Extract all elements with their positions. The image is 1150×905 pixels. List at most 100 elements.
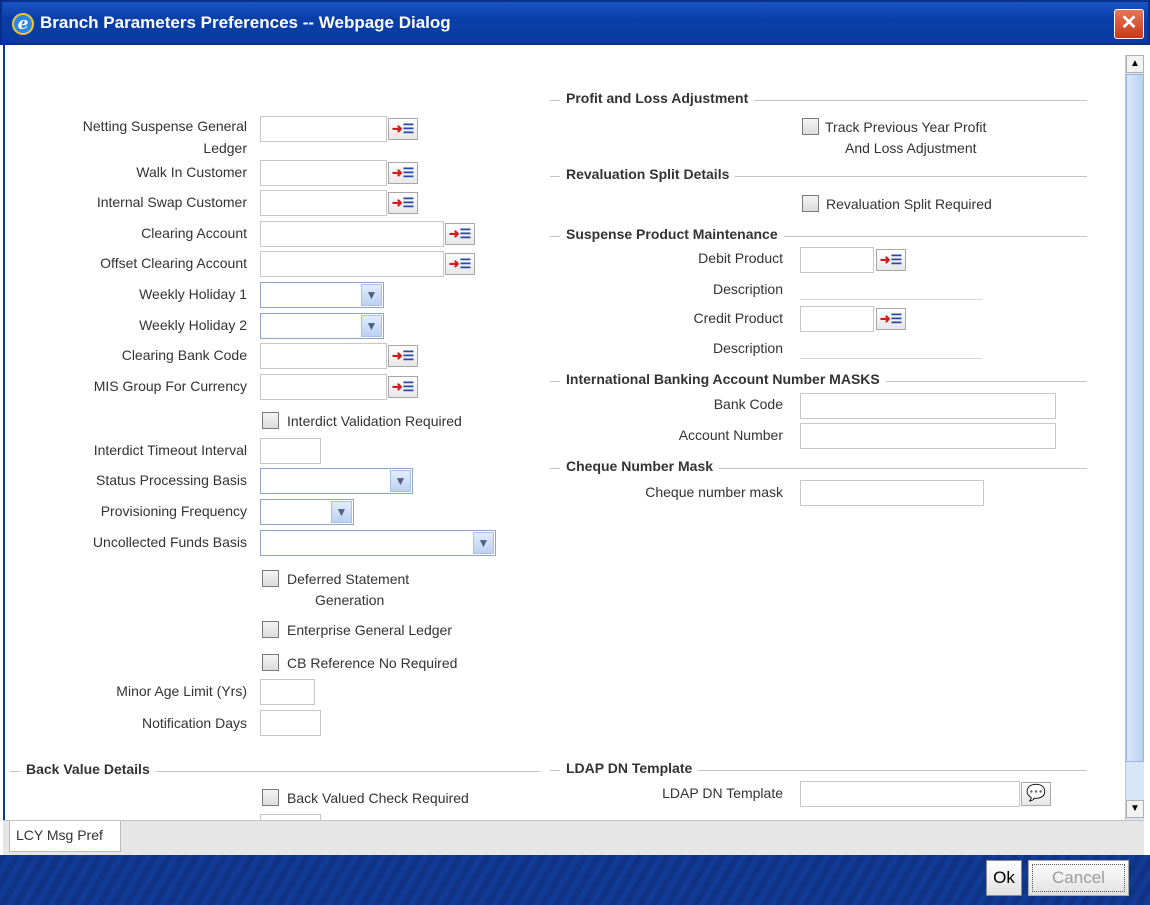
netting-suspense-gl-input[interactable] xyxy=(260,116,387,142)
lov-list-icon: ☰ xyxy=(402,348,415,363)
weekly-holiday-2-label: Weekly Holiday 2 xyxy=(139,317,247,333)
pl-adjustment-section-header: Profit and Loss Adjustment xyxy=(550,90,1087,110)
title-bar: e Branch Parameters Preferences -- Webpa… xyxy=(0,0,1150,45)
internal-swap-customer-input[interactable] xyxy=(260,190,387,216)
scroll-thumb[interactable] xyxy=(1126,74,1144,762)
walk-in-customer-label: Walk In Customer xyxy=(136,164,247,180)
netting-suspense-gl-label-2: Ledger xyxy=(203,140,247,156)
ldap-section-title: LDAP DN Template xyxy=(560,760,699,776)
revaluation-split-label: Revaluation Split Required xyxy=(826,196,992,212)
ldap-section-header: LDAP DN Template xyxy=(550,760,1087,780)
interdict-timeout-input[interactable] xyxy=(260,438,321,464)
dialog-content: Netting Suspense General Ledger ➜☰ Walk … xyxy=(3,45,1125,820)
debit-description-field xyxy=(800,299,982,300)
lov-list-icon: ☰ xyxy=(402,195,415,210)
ldap-template-button[interactable]: 💬 xyxy=(1021,782,1051,806)
track-prev-year-label: Track Previous Year Profit xyxy=(825,119,987,135)
scroll-up-button[interactable]: ▲ xyxy=(1126,55,1144,73)
deferred-statement-label: Deferred Statement xyxy=(287,571,410,587)
interdict-timeout-label: Interdict Timeout Interval xyxy=(93,442,247,458)
netting-suspense-gl-label: Netting Suspense General xyxy=(82,118,247,134)
weekly-holiday-1-label: Weekly Holiday 1 xyxy=(139,286,247,302)
mis-group-currency-input[interactable] xyxy=(260,374,387,400)
deferred-statement-label-2: Generation xyxy=(315,592,385,608)
revaluation-split-section-title: Revaluation Split Details xyxy=(560,166,736,182)
speech-bubble-icon: 💬 xyxy=(1026,785,1046,802)
provisioning-frequency-label: Provisioning Frequency xyxy=(100,503,247,519)
chevron-down-icon: ▼ xyxy=(331,501,352,523)
internal-swap-customer-lov-button[interactable]: ➜☰ xyxy=(388,192,418,214)
enterprise-gl-checkbox[interactable] xyxy=(262,621,279,638)
status-processing-basis-select[interactable]: ▼ xyxy=(260,468,413,494)
uncollected-funds-basis-select[interactable]: ▼ xyxy=(260,530,496,556)
track-prev-year-label-2: And Loss Adjustment xyxy=(845,140,977,156)
netting-suspense-gl-lov-button[interactable]: ➜☰ xyxy=(388,118,418,140)
lov-list-icon: ☰ xyxy=(459,226,472,241)
lov-arrow-icon: ➜ xyxy=(391,379,403,394)
track-prev-year-checkbox[interactable] xyxy=(802,118,819,135)
lov-arrow-icon: ➜ xyxy=(391,165,403,180)
back-valued-check-text: Back Valued Check Required xyxy=(287,790,469,806)
enterprise-gl-label: Enterprise General Ledger xyxy=(287,622,452,638)
pl-adjustment-section-title: Profit and Loss Adjustment xyxy=(560,90,755,106)
ldap-template-input[interactable] xyxy=(800,781,1020,807)
debit-product-lov-button[interactable]: ➜☰ xyxy=(876,249,906,271)
cheque-mask-section-title: Cheque Number Mask xyxy=(560,458,720,474)
lov-arrow-icon: ➜ xyxy=(391,348,403,363)
revaluation-split-section-header: Revaluation Split Details xyxy=(550,166,1087,186)
account-number-input[interactable] xyxy=(800,423,1056,449)
notification-days-input[interactable] xyxy=(260,710,321,736)
cheque-number-mask-input[interactable] xyxy=(800,480,984,506)
lov-list-icon: ☰ xyxy=(402,121,415,136)
weekly-holiday-2-select[interactable]: ▼ xyxy=(260,313,384,339)
tab-bar: LCY Msg Pref xyxy=(3,820,1144,855)
weekly-holiday-1-select[interactable]: ▼ xyxy=(260,282,384,308)
credit-product-lov-button[interactable]: ➜☰ xyxy=(876,308,906,330)
offset-clearing-account-input[interactable] xyxy=(260,251,444,277)
debit-description-label: Description xyxy=(712,281,783,297)
app-icon: e xyxy=(12,13,34,35)
lov-arrow-icon: ➜ xyxy=(879,252,891,267)
credit-product-input[interactable] xyxy=(800,306,874,332)
vertical-scrollbar[interactable]: ▲ ▼ xyxy=(1125,55,1144,820)
chevron-down-icon: ▼ xyxy=(361,284,382,306)
lov-arrow-icon: ➜ xyxy=(879,311,891,326)
clearing-bank-code-label: Clearing Bank Code xyxy=(121,347,247,363)
walk-in-customer-lov-button[interactable]: ➜☰ xyxy=(388,162,418,184)
walk-in-customer-input[interactable] xyxy=(260,160,387,186)
mis-group-currency-lov-button[interactable]: ➜☰ xyxy=(388,376,418,398)
iban-masks-section-header: International Banking Account Number MAS… xyxy=(550,371,1087,391)
lov-arrow-icon: ➜ xyxy=(391,195,403,210)
provisioning-frequency-select[interactable]: ▼ xyxy=(260,499,354,525)
suspense-product-section-title: Suspense Product Maintenance xyxy=(560,226,784,242)
back-valued-check-checkbox[interactable] xyxy=(262,789,279,806)
scroll-down-button[interactable]: ▼ xyxy=(1126,800,1144,818)
lov-arrow-icon: ➜ xyxy=(391,121,403,136)
dialog-footer: Ok Cancel xyxy=(0,855,1150,905)
clearing-bank-code-input[interactable] xyxy=(260,343,387,369)
credit-product-label: Credit Product xyxy=(693,310,783,326)
lov-arrow-icon: ➜ xyxy=(448,256,460,271)
minor-age-limit-input[interactable] xyxy=(260,679,315,705)
lov-list-icon: ☰ xyxy=(890,252,903,267)
cb-reference-checkbox[interactable] xyxy=(262,654,279,671)
debit-product-input[interactable] xyxy=(800,247,874,273)
clearing-account-input[interactable] xyxy=(260,221,444,247)
tab-lcy-msg-pref[interactable]: LCY Msg Pref xyxy=(9,821,121,852)
offset-clearing-account-lov-button[interactable]: ➜☰ xyxy=(445,253,475,275)
deferred-statement-checkbox[interactable] xyxy=(262,570,279,587)
clearing-bank-code-lov-button[interactable]: ➜☰ xyxy=(388,345,418,367)
status-processing-basis-label: Status Processing Basis xyxy=(96,472,247,488)
cheque-mask-section-header: Cheque Number Mask xyxy=(550,458,1087,478)
back-value-section-title: Back Value Details xyxy=(20,761,156,777)
ok-button[interactable]: Ok xyxy=(986,860,1022,896)
cancel-button[interactable]: Cancel xyxy=(1028,860,1129,896)
clearing-account-lov-button[interactable]: ➜☰ xyxy=(445,223,475,245)
close-button[interactable]: ✕ xyxy=(1114,9,1144,39)
back-valued-check-label: Back Valued Check Required xyxy=(287,790,469,806)
bank-code-input[interactable] xyxy=(800,393,1056,419)
bank-code-label: Bank Code xyxy=(713,396,783,412)
revaluation-split-checkbox[interactable] xyxy=(802,195,819,212)
interdict-validation-checkbox[interactable] xyxy=(262,412,279,429)
chevron-down-icon: ▼ xyxy=(473,532,494,554)
